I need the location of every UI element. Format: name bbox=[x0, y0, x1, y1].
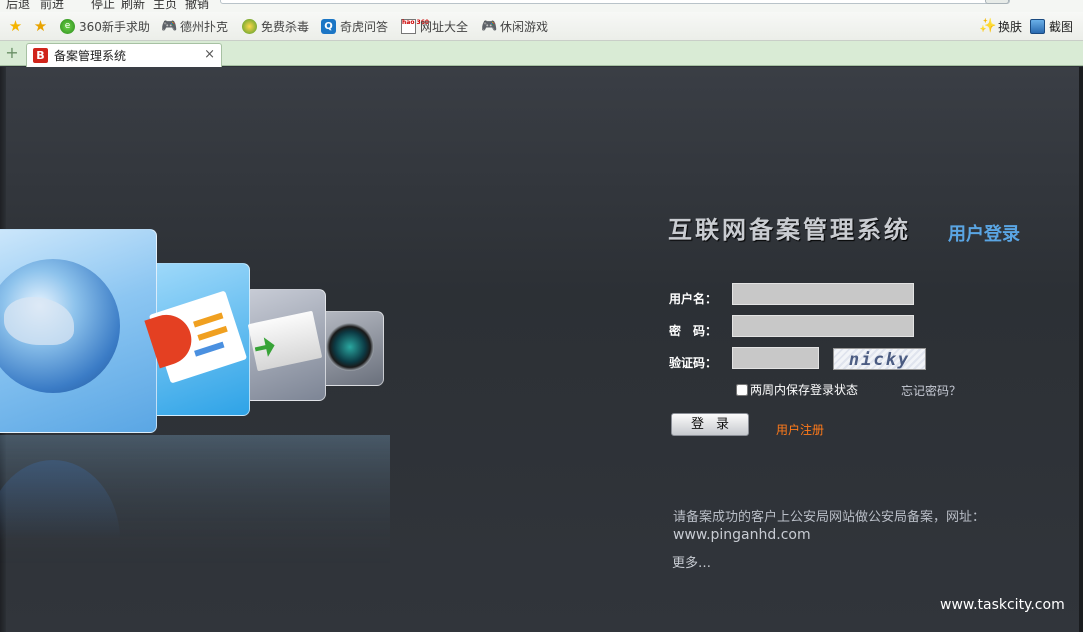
more-link[interactable]: 更多… bbox=[672, 552, 711, 571]
forgot-password-link[interactable]: 忘记密码？ bbox=[901, 382, 961, 399]
favorite-label: 免费杀毒 bbox=[261, 19, 310, 34]
password-input[interactable] bbox=[732, 315, 914, 337]
qihoo-icon: Q bbox=[321, 18, 336, 34]
forward-button[interactable]: 前进 bbox=[40, 0, 64, 12]
remember-label: 两周内保存登录状态 bbox=[750, 383, 859, 397]
tab-filing-management[interactable]: B 备案管理系统 × bbox=[26, 43, 222, 67]
favorite-texas-poker[interactable]: 🎮 德州扑克 bbox=[161, 18, 228, 34]
address-bar[interactable] bbox=[220, 0, 1010, 4]
tab-title: 备案管理系统 bbox=[54, 49, 127, 63]
favorite-url-directory[interactable]: hao 360 网址大全 bbox=[401, 18, 468, 34]
hao360-icon: hao 360 bbox=[401, 18, 429, 34]
screenshot-button[interactable]: 截图 bbox=[1030, 18, 1073, 34]
login-page: 互联网备案管理系统 用户登录 用户名： 密 码： 验证码： nicky 两周内保… bbox=[0, 67, 1083, 632]
favorite-qihoo-qa[interactable]: Q 奇虎问答 bbox=[321, 18, 388, 34]
browser-toolbar: 后退 前进 停止 刷新 主页 撤销 bbox=[0, 0, 1083, 12]
screenshot-label: 截图 bbox=[1049, 19, 1074, 34]
remember-checkbox[interactable] bbox=[736, 383, 748, 396]
captcha-label: 验证码： bbox=[669, 356, 718, 370]
favorite-free-antivirus[interactable]: 免费杀毒 bbox=[242, 18, 309, 34]
360-icon: e bbox=[60, 18, 75, 34]
login-heading: 用户登录 bbox=[948, 224, 1020, 245]
gamepad-icon: 🎮 bbox=[161, 18, 178, 34]
site-favicon-icon: B bbox=[33, 48, 48, 63]
favorite-label: 360新手求助 bbox=[79, 19, 150, 34]
favorite-label: 德州扑克 bbox=[180, 19, 229, 34]
home-button[interactable]: 主页 bbox=[153, 0, 177, 12]
undo-button[interactable]: 撤销 bbox=[185, 0, 209, 12]
tab-bar: + B 备案管理系统 × bbox=[0, 41, 1083, 67]
favorites-star-button[interactable]: ★ bbox=[8, 18, 23, 34]
login-button[interactable]: 登录 bbox=[671, 413, 749, 436]
favorite-casual-games[interactable]: 🎮 休闲游戏 bbox=[481, 18, 548, 34]
back-button[interactable]: 后退 bbox=[6, 0, 30, 12]
remember-login[interactable]: 两周内保存登录状态 bbox=[736, 381, 858, 398]
go-button[interactable] bbox=[985, 0, 1009, 4]
gamepad-icon: 🎮 bbox=[481, 18, 498, 34]
favorite-label: 奇虎问答 bbox=[340, 19, 389, 34]
refresh-button[interactable]: 刷新 bbox=[121, 0, 145, 12]
screenshot-icon bbox=[1030, 18, 1045, 34]
favorite-label: 网址大全 bbox=[420, 19, 469, 34]
new-tab-button[interactable]: + bbox=[4, 45, 20, 61]
stop-button[interactable]: 停止 bbox=[91, 0, 115, 12]
username-input[interactable] bbox=[732, 283, 914, 305]
close-tab-icon[interactable]: × bbox=[204, 47, 215, 62]
register-link[interactable]: 用户注册 bbox=[776, 421, 824, 438]
system-title: 互联网备案管理系统 bbox=[668, 216, 911, 244]
password-label: 密 码： bbox=[669, 324, 718, 338]
captcha-image[interactable]: nicky bbox=[833, 348, 926, 370]
shield-icon bbox=[242, 18, 257, 34]
favorites-bar: ★ ★ e 360新手求助 🎮 德州扑克 免费杀毒 Q 奇虎问答 hao 360 网址大… bbox=[0, 12, 1083, 41]
username-label: 用户名： bbox=[669, 292, 718, 306]
favorite-360-help[interactable]: e 360新手求助 bbox=[60, 18, 150, 34]
skin-button[interactable]: ✨ 换肤 bbox=[979, 18, 1022, 34]
camera-icon bbox=[326, 323, 374, 371]
police-filing-url[interactable]: www.pinganhd.com bbox=[673, 527, 811, 543]
star-add-icon: ★ bbox=[33, 16, 48, 35]
favorite-label: 休闲游戏 bbox=[500, 19, 549, 34]
footer-watermark: www.taskcity.com bbox=[940, 597, 1065, 613]
skin-label: 换肤 bbox=[998, 19, 1023, 34]
add-favorite-button[interactable]: ★ bbox=[33, 18, 48, 34]
window-frame-right bbox=[1079, 67, 1083, 632]
captcha-input[interactable] bbox=[732, 347, 819, 369]
police-filing-notice: 请备案成功的客户上公安局网站做公安局备案，网址： bbox=[673, 510, 986, 525]
skin-icon: ✨ bbox=[979, 17, 997, 34]
star-icon: ★ bbox=[8, 16, 23, 35]
